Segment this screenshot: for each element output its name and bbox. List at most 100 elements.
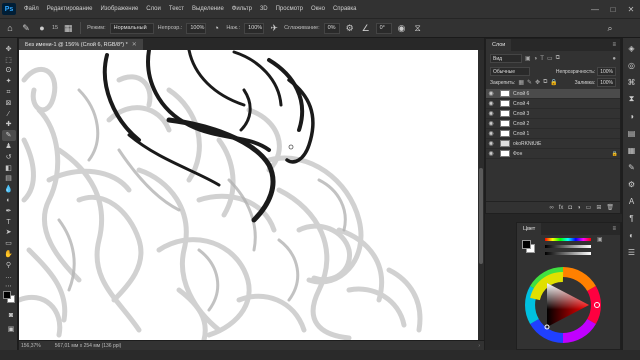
zoom-tool-icon[interactable]: ⚲ <box>2 260 16 271</box>
new-group-icon[interactable]: ▭ <box>586 204 592 211</box>
menu-type[interactable]: Текст <box>165 6 188 12</box>
eyedropper-tool-icon[interactable]: ⁄ <box>2 109 16 120</box>
search-icon[interactable]: ⌕ <box>604 22 616 34</box>
adjustment-layer-icon[interactable]: ◑ <box>577 205 581 211</box>
brush-preset-icon[interactable]: ● <box>36 22 48 34</box>
add-mask-icon[interactable]: ◘ <box>568 205 572 211</box>
fill-field[interactable]: 100% <box>597 78 616 87</box>
tab-color[interactable]: Цвет <box>517 223 542 235</box>
status-arrow-icon[interactable]: › <box>478 343 480 349</box>
scrollbar-thumb[interactable] <box>479 168 483 264</box>
shape-tool-icon[interactable]: ▭ <box>2 238 16 249</box>
opacity-field[interactable]: 100% <box>186 22 207 34</box>
libraries-panel-icon[interactable]: ☰ <box>626 246 638 258</box>
visibility-eye-icon[interactable]: ◉ <box>486 120 496 127</box>
brightness-slider[interactable] <box>545 252 591 255</box>
brush-size-value[interactable]: 15 <box>52 25 58 31</box>
close-tab-icon[interactable]: ✕ <box>132 41 137 48</box>
blend-mode-select[interactable]: Обычные <box>490 67 530 76</box>
lasso-tool-icon[interactable]: ʘ <box>2 66 16 77</box>
quick-select-tool-icon[interactable]: ✦ <box>2 76 16 87</box>
menu-view[interactable]: Просмотр <box>272 6 307 12</box>
brush-tool-icon[interactable]: ✎ <box>1 130 16 142</box>
pixel-filter-icon[interactable]: ▣ <box>525 55 531 62</box>
history-brush-tool-icon[interactable]: ↺ <box>2 152 16 163</box>
vertical-scrollbar[interactable] <box>478 50 484 340</box>
minimize-button[interactable]: — <box>586 5 604 14</box>
color-wheel[interactable] <box>523 265 603 345</box>
color-panel-icon[interactable]: ◐ <box>626 229 638 241</box>
angle-field[interactable]: 0° <box>375 22 392 34</box>
menu-select[interactable]: Выделение <box>188 6 228 12</box>
path-select-tool-icon[interactable]: ➤ <box>2 228 16 239</box>
more-tools-icon[interactable]: … <box>2 271 16 282</box>
marquee-tool-icon[interactable]: ⬚ <box>2 55 16 66</box>
eraser-tool-icon[interactable]: ◧ <box>2 163 16 174</box>
brush-settings-panel-icon[interactable]: ⚙ <box>626 178 638 190</box>
swatches-panel-icon[interactable]: ▦ <box>626 144 638 156</box>
adjustments-panel-icon[interactable]: ◑ <box>626 110 638 122</box>
layer-row[interactable]: ◉ Слой 6 <box>486 89 620 99</box>
airbrush-icon[interactable]: ✈ <box>268 22 280 34</box>
paths-panel-icon[interactable]: ⌘ <box>626 76 638 88</box>
properties-panel-icon[interactable]: ▤ <box>626 127 638 139</box>
frame-tool-icon[interactable]: ⊠ <box>2 98 16 109</box>
layer-style-icon[interactable]: fx <box>559 205 564 211</box>
pressure-opacity-icon[interactable]: ◔ <box>210 22 222 34</box>
pen-tool-icon[interactable]: ✒ <box>2 206 16 217</box>
visibility-eye-icon[interactable]: ◉ <box>486 150 496 157</box>
menu-file[interactable]: Файл <box>20 6 43 12</box>
menu-3d[interactable]: 3D <box>256 6 272 12</box>
foreground-color-swatch[interactable] <box>3 291 11 299</box>
tab-layers[interactable]: Слои <box>486 39 512 51</box>
link-layers-icon[interactable]: ∞ <box>549 205 553 211</box>
zoom-level[interactable]: 156,37% <box>21 343 41 349</box>
mode-select[interactable]: Нормальный <box>109 22 154 34</box>
lock-artboard-icon[interactable]: ⧉ <box>543 79 547 86</box>
panel-menu-icon[interactable]: ≡ <box>612 226 616 232</box>
gradient-tool-icon[interactable]: ▤ <box>2 174 16 185</box>
filter-toggle-icon[interactable]: ● <box>612 56 616 62</box>
quick-mask-icon[interactable]: ◙ <box>4 310 18 321</box>
smoothing-field[interactable]: 0% <box>323 22 340 34</box>
healing-tool-icon[interactable]: ✚ <box>2 120 16 131</box>
layer-row[interactable]: ◉ okoRKNtUtE <box>486 139 620 149</box>
hue-slider[interactable] <box>545 238 591 241</box>
history-panel-icon[interactable]: ⧗ <box>626 93 638 105</box>
layer-opacity-field[interactable]: 100% <box>597 67 616 76</box>
document-tab[interactable]: Без имени-1 @ 156% (Слой 6, RGB/8*) * ✕ <box>19 39 143 50</box>
layer-row[interactable]: ◉ Фон 🔒 <box>486 149 620 159</box>
foreground-color-swatch[interactable] <box>522 240 531 249</box>
menu-help[interactable]: Справка <box>329 6 361 12</box>
hand-tool-icon[interactable]: ✋ <box>2 249 16 260</box>
visibility-eye-icon[interactable]: ◉ <box>486 90 496 97</box>
smart-object-filter-icon[interactable]: ⧉ <box>556 55 560 62</box>
type-filter-icon[interactable]: T <box>540 56 544 62</box>
visibility-eye-icon[interactable]: ◉ <box>486 130 496 137</box>
saturation-slider[interactable] <box>545 245 591 248</box>
layers-panel-icon[interactable]: ◈ <box>626 42 638 54</box>
visibility-eye-icon[interactable]: ◉ <box>486 140 496 147</box>
menu-layers[interactable]: Слои <box>142 6 165 12</box>
layer-row[interactable]: ◉ Слой 3 <box>486 109 620 119</box>
flow-field[interactable]: 100% <box>244 22 265 34</box>
character-panel-icon[interactable]: A <box>626 195 638 207</box>
canvas[interactable] <box>19 50 484 340</box>
menu-filter[interactable]: Фильтр <box>228 6 256 12</box>
adjustment-filter-icon[interactable]: ◑ <box>534 56 538 62</box>
move-tool-icon[interactable]: ✥ <box>2 44 16 55</box>
blur-tool-icon[interactable]: 💧 <box>2 184 16 195</box>
brush-settings-icon[interactable]: ▦ <box>62 22 74 34</box>
dodge-tool-icon[interactable]: ◐ <box>2 195 16 206</box>
paragraph-panel-icon[interactable]: ¶ <box>626 212 638 224</box>
crop-tool-icon[interactable]: ⌗ <box>2 87 16 98</box>
channels-panel-icon[interactable]: ◎ <box>626 59 638 71</box>
menu-image[interactable]: Изображение <box>96 6 142 12</box>
lock-all-icon[interactable]: 🔒 <box>550 79 557 86</box>
brush-tool-icon[interactable]: ✎ <box>20 22 32 34</box>
smoothing-options-icon[interactable]: ⚙ <box>344 22 356 34</box>
layer-row[interactable]: ◉ Слой 1 <box>486 129 620 139</box>
menu-edit[interactable]: Редактирование <box>43 6 97 12</box>
screen-mode-icon[interactable]: ▣ <box>4 324 18 335</box>
visibility-eye-icon[interactable]: ◉ <box>486 110 496 117</box>
